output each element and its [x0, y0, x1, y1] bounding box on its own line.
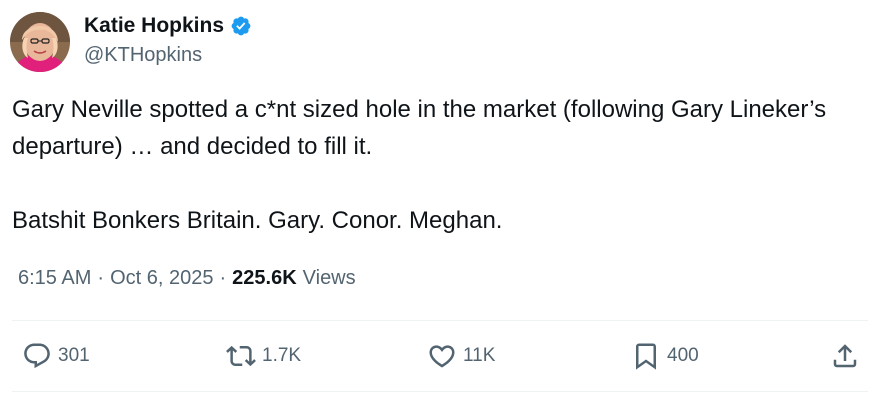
bookmark-button[interactable]: 400 [631, 331, 699, 381]
repost-button[interactable]: 1.7K [226, 331, 301, 381]
share-icon [830, 341, 860, 371]
bookmark-icon [631, 341, 661, 371]
verified-badge-icon[interactable] [230, 15, 252, 37]
tweet-text: Gary Neville spotted a c*nt sized hole i… [12, 91, 852, 239]
reply-button[interactable]: 301 [22, 331, 90, 381]
views-label: Views [302, 267, 356, 289]
tweet-card: Katie Hopkins @KTHopkins Gary Neville sp… [0, 0, 880, 401]
author-name-row: Katie Hopkins [84, 12, 252, 40]
avatar-image [10, 12, 70, 72]
tweet-paragraph: Gary Neville spotted a c*nt sized hole i… [12, 96, 827, 160]
meta-separator: · [219, 267, 227, 289]
display-name[interactable]: Katie Hopkins [84, 14, 224, 38]
divider [12, 391, 868, 392]
bookmark-count: 400 [667, 345, 699, 366]
heart-icon [427, 341, 457, 371]
meta-separator: · [97, 267, 105, 289]
like-button[interactable]: 11K [427, 331, 495, 381]
like-count: 11K [463, 345, 496, 366]
repost-icon [226, 341, 256, 371]
divider [12, 320, 868, 321]
views-count: 225.6K [232, 267, 297, 289]
repost-count: 1.7K [262, 345, 302, 366]
avatar[interactable] [10, 12, 70, 72]
tweet-metadata: 6:15 AM · Oct 6, 2025 · 225.6K Views [18, 267, 356, 290]
tweet-time[interactable]: 6:15 AM [18, 267, 91, 290]
author-handle[interactable]: @KTHopkins [84, 44, 202, 67]
share-button[interactable] [830, 331, 860, 381]
reply-count: 301 [58, 345, 90, 366]
tweet-paragraph: Batshit Bonkers Britain. Gary. Conor. Me… [12, 207, 503, 234]
reply-icon [22, 341, 52, 371]
action-bar: 301 1.7K 11K 400 [0, 331, 880, 381]
tweet-date[interactable]: Oct 6, 2025 [110, 267, 213, 290]
